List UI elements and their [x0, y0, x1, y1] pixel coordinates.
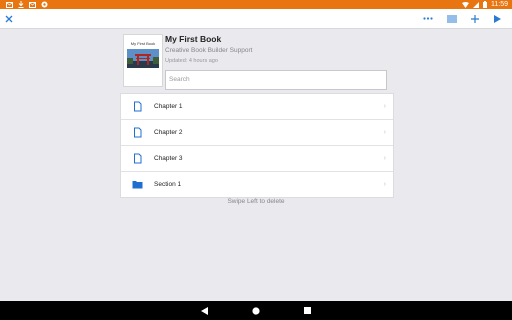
list-view-button[interactable] — [444, 9, 460, 28]
folder-icon — [132, 181, 143, 189]
cover-title: My First Book — [130, 41, 156, 46]
chevron-right-icon: › — [383, 181, 386, 188]
battery-icon — [483, 1, 487, 8]
status-bar: 11:59 — [0, 0, 512, 9]
mail-icon — [6, 1, 13, 8]
list-item-label: Section 1 — [154, 181, 182, 188]
recents-icon — [303, 307, 311, 314]
mail-icon — [29, 1, 36, 8]
document-icon — [134, 101, 142, 112]
list-item-chapter-3[interactable]: Chapter 3 › — [121, 146, 393, 172]
back-button[interactable] — [196, 301, 212, 320]
recents-button[interactable] — [299, 301, 315, 320]
add-icon — [471, 14, 479, 23]
close-button[interactable] — [2, 9, 16, 28]
chapter-list: Chapter 1 › Chapter 2 › Chapter 3 › Sect… — [120, 93, 394, 198]
document-icon — [134, 127, 142, 138]
home-icon — [252, 306, 260, 315]
chevron-right-icon: › — [383, 103, 386, 110]
list-item-label: Chapter 2 — [154, 129, 183, 136]
list-item-label: Chapter 1 — [154, 103, 183, 110]
list-item-label: Chapter 3 — [154, 155, 183, 162]
swipe-hint: Swipe Left to delete — [227, 198, 285, 205]
book-title: My First Book — [165, 34, 222, 44]
status-left-icons — [6, 1, 48, 8]
list-item-chapter-1[interactable]: Chapter 1 › — [121, 94, 393, 120]
play-icon — [493, 14, 501, 23]
book-cover[interactable]: My First Book — [123, 34, 163, 87]
document-icon — [134, 153, 142, 164]
sync-icon — [41, 1, 48, 8]
more-icon — [423, 17, 433, 20]
status-right: 11:59 — [462, 0, 508, 9]
close-icon — [5, 15, 13, 22]
book-header: My First Book My First Book Creative Boo… — [120, 33, 392, 93]
play-button[interactable] — [489, 9, 505, 28]
search-input[interactable]: Search — [165, 70, 387, 90]
book-updated: Updated: 4 hours ago — [165, 58, 218, 64]
signal-icon — [473, 1, 479, 8]
book-author: Creative Book Builder Support — [165, 47, 253, 54]
chevron-right-icon: › — [383, 129, 386, 136]
list-item-section-1[interactable]: Section 1 › — [121, 172, 393, 197]
navigation-bar — [0, 301, 512, 320]
list-item-chapter-2[interactable]: Chapter 2 › — [121, 120, 393, 146]
book-content: My First Book My First Book Creative Boo… — [0, 29, 512, 301]
more-button[interactable] — [420, 9, 436, 28]
status-time: 11:59 — [491, 1, 508, 8]
download-icon — [18, 1, 24, 8]
add-button[interactable] — [467, 9, 483, 28]
list-icon — [447, 15, 457, 22]
wifi-icon — [462, 1, 469, 8]
cover-image — [127, 49, 159, 68]
chevron-right-icon: › — [383, 155, 386, 162]
back-icon — [200, 306, 208, 315]
home-button[interactable] — [248, 301, 264, 320]
toolbar — [0, 9, 512, 29]
